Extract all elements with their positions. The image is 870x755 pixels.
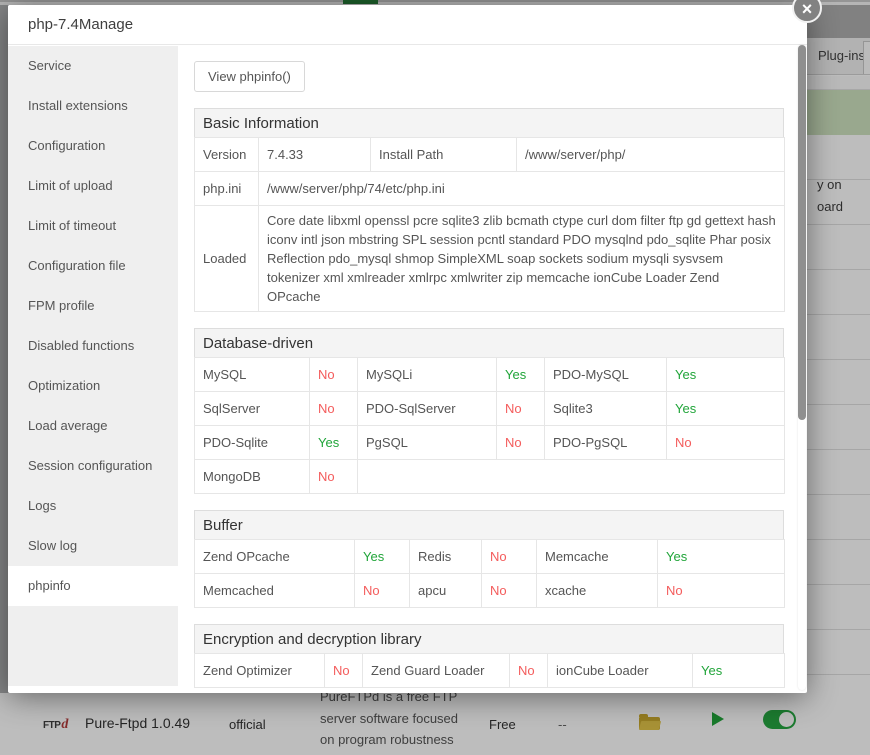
status-value: Yes <box>666 391 785 426</box>
table-cell: 7.4.33 <box>258 137 371 172</box>
status-value: Yes <box>309 425 358 460</box>
status-value: No <box>309 391 358 426</box>
info-section: Buffer Zend OPcache Yes Redis No Memcache Yes M… <box>194 510 785 608</box>
sidebar-item-session-configuration[interactable]: Session configuration <box>8 446 178 486</box>
sidebar-item-slow-log[interactable]: Slow log <box>8 526 178 566</box>
scrollbar-thumb[interactable] <box>798 45 806 420</box>
status-value: No <box>481 573 537 608</box>
info-section: Encryption and decryption library Zend Op… <box>194 624 785 688</box>
php-manage-modal: php-7.4Manage Service Install extensions C… <box>8 5 807 693</box>
table-row: Loaded Core date libxml openssl pcre sqli… <box>194 205 785 312</box>
phpinfo-sections: Basic Information Version 7.4.33 Install Pa… <box>194 108 795 688</box>
table-cell: PDO-PgSQL <box>544 425 667 460</box>
table-cell: Redis <box>409 539 482 574</box>
modal-title: php-7.4Manage <box>28 16 134 33</box>
modal-content: View phpinfo() Basic Information Version 7… <box>178 46 795 693</box>
sidebar-item-phpinfo[interactable]: phpinfo <box>8 566 178 606</box>
table-row: Version 7.4.33 Install Path/www/server/php… <box>194 137 785 172</box>
view-phpinfo-button[interactable]: View phpinfo() <box>194 61 305 92</box>
table-row: php.ini/www/server/php/74/etc/php.ini <box>194 171 785 206</box>
table-row: Zend OPcache Yes Redis No Memcache Yes <box>194 539 785 574</box>
table-cell: Core date libxml openssl pcre sqlite3 zl… <box>258 205 785 312</box>
status-value: No <box>309 357 358 392</box>
status-value: Yes <box>496 357 545 392</box>
modal-header: php-7.4Manage <box>8 5 807 45</box>
status-value: No <box>657 573 785 608</box>
table-row: MySQL No MySQLi Yes PDO-MySQL Yes <box>194 357 785 392</box>
table-cell: Zend OPcache <box>194 539 355 574</box>
section-title: Database-driven <box>194 328 784 357</box>
table-row: Zend Optimizer No Zend Guard Loader No ionCu… <box>194 653 785 688</box>
section-table: Zend OPcache Yes Redis No Memcache Yes Memcach… <box>194 539 785 608</box>
section-title: Encryption and decryption library <box>194 624 784 653</box>
section-table: Zend Optimizer No Zend Guard Loader No ionCu… <box>194 653 785 688</box>
status-value: No <box>354 573 410 608</box>
status-value: No <box>481 539 537 574</box>
table-row: PDO-Sqlite Yes PgSQL No PDO-PgSQL No <box>194 425 785 460</box>
sidebar-item-disabled-functions[interactable]: Disabled functions <box>8 326 178 366</box>
table-cell: PDO-SqlServer <box>357 391 497 426</box>
table-cell: /www/server/php/74/etc/php.ini <box>258 171 785 206</box>
info-section: Basic Information Version 7.4.33 Install Pa… <box>194 108 785 312</box>
info-section: Database-driven MySQL No MySQLi Yes PDO-MySQL… <box>194 328 785 494</box>
status-value: No <box>496 391 545 426</box>
table-cell: PDO-MySQL <box>544 357 667 392</box>
status-value: Yes <box>354 539 410 574</box>
table-cell: Loaded <box>194 205 259 312</box>
sidebar-item-fpm-profile[interactable]: FPM profile <box>8 286 178 326</box>
table-cell: PDO-Sqlite <box>194 425 310 460</box>
sidebar-item-limit-of-upload[interactable]: Limit of upload <box>8 166 178 206</box>
table-cell: Version <box>194 137 259 172</box>
screen: Plug-ins y on oard FTPd Pure-Ftpd 1.0.49… <box>0 0 870 755</box>
modal-sidebar: Service Install extensions Configuration Li… <box>8 46 178 686</box>
section-table: MySQL No MySQLi Yes PDO-MySQL Yes SqlServer No P… <box>194 357 785 494</box>
status-value: No <box>309 459 358 494</box>
table-cell: Zend Optimizer <box>194 653 325 688</box>
sidebar-item-limit-of-timeout[interactable]: Limit of timeout <box>8 206 178 246</box>
table-cell: apcu <box>409 573 482 608</box>
status-value: No <box>324 653 363 688</box>
table-cell: Install Path <box>370 137 517 172</box>
table-cell: php.ini <box>194 171 259 206</box>
table-row: Memcached No apcu No xcache No <box>194 573 785 608</box>
close-icon: × <box>801 0 813 19</box>
sidebar-item-service[interactable]: Service <box>8 46 178 86</box>
sidebar-item-load-average[interactable]: Load average <box>8 406 178 446</box>
table-row: MongoDB No <box>194 459 785 494</box>
sidebar-item-logs[interactable]: Logs <box>8 486 178 526</box>
table-row: SqlServer No PDO-SqlServer No Sqlite3 Yes <box>194 391 785 426</box>
status-value: No <box>496 425 545 460</box>
table-cell <box>357 459 785 494</box>
table-cell: MongoDB <box>194 459 310 494</box>
status-value: Yes <box>692 653 785 688</box>
table-cell: MySQL <box>194 357 310 392</box>
status-value: No <box>666 425 785 460</box>
table-cell: Memcache <box>536 539 658 574</box>
sidebar-item-configuration[interactable]: Configuration <box>8 126 178 166</box>
sidebar-item-optimization[interactable]: Optimization <box>8 366 178 406</box>
status-value: Yes <box>666 357 785 392</box>
table-cell: xcache <box>536 573 658 608</box>
section-title: Basic Information <box>194 108 784 137</box>
section-table: Version 7.4.33 Install Path/www/server/php… <box>194 137 785 312</box>
table-cell: /www/server/php/ <box>516 137 785 172</box>
status-value: No <box>509 653 548 688</box>
table-cell: MySQLi <box>357 357 497 392</box>
table-cell: ionCube Loader <box>547 653 693 688</box>
section-title: Buffer <box>194 510 784 539</box>
table-cell: Zend Guard Loader <box>362 653 510 688</box>
table-cell: SqlServer <box>194 391 310 426</box>
sidebar-item-configuration-file[interactable]: Configuration file <box>8 246 178 286</box>
status-value: Yes <box>657 539 785 574</box>
table-cell: Sqlite3 <box>544 391 667 426</box>
sidebar-item-install-extensions[interactable]: Install extensions <box>8 86 178 126</box>
table-cell: Memcached <box>194 573 355 608</box>
table-cell: PgSQL <box>357 425 497 460</box>
